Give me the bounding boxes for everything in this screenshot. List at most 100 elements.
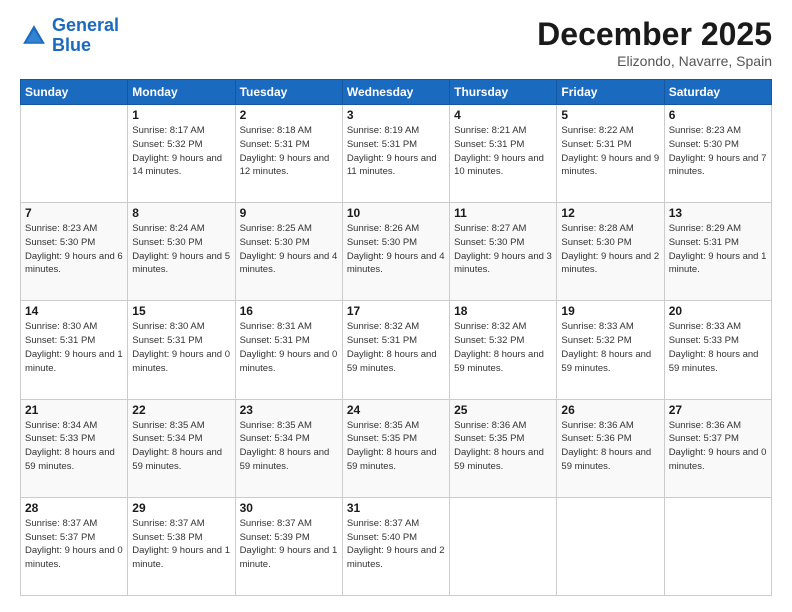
day-info: Sunrise: 8:36 AMSunset: 5:35 PMDaylight:…	[454, 419, 552, 474]
calendar-cell: 29 Sunrise: 8:37 AMSunset: 5:38 PMDayligh…	[128, 497, 235, 595]
calendar-cell: 2 Sunrise: 8:18 AMSunset: 5:31 PMDaylight…	[235, 105, 342, 203]
page: General Blue December 2025 Elizondo, Nav…	[0, 0, 792, 612]
day-number: 12	[561, 206, 659, 220]
calendar-cell: 1 Sunrise: 8:17 AMSunset: 5:32 PMDaylight…	[128, 105, 235, 203]
day-number: 13	[669, 206, 767, 220]
calendar-cell: 25 Sunrise: 8:36 AMSunset: 5:35 PMDayligh…	[450, 399, 557, 497]
day-number: 18	[454, 304, 552, 318]
col-header-saturday: Saturday	[664, 80, 771, 105]
day-info: Sunrise: 8:34 AMSunset: 5:33 PMDaylight:…	[25, 419, 123, 474]
day-number: 27	[669, 403, 767, 417]
calendar-cell: 14Sunrise: 8:30 AMSunset: 5:31 PMDayligh…	[21, 301, 128, 399]
day-number: 20	[669, 304, 767, 318]
logo: General Blue	[20, 16, 119, 56]
month-title: December 2025	[537, 16, 772, 53]
calendar-cell: 10 Sunrise: 8:26 AMSunset: 5:30 PMDayligh…	[342, 203, 449, 301]
day-info: Sunrise: 8:33 AMSunset: 5:32 PMDaylight:…	[561, 320, 659, 375]
day-number: 10	[347, 206, 445, 220]
day-number: 30	[240, 501, 338, 515]
day-info: Sunrise: 8:36 AMSunset: 5:36 PMDaylight:…	[561, 419, 659, 474]
calendar-cell: 30 Sunrise: 8:37 AMSunset: 5:39 PMDayligh…	[235, 497, 342, 595]
day-number: 11	[454, 206, 552, 220]
calendar-cell	[21, 105, 128, 203]
day-number: 8	[132, 206, 230, 220]
calendar-cell: 19Sunrise: 8:33 AMSunset: 5:32 PMDayligh…	[557, 301, 664, 399]
calendar-cell: 6 Sunrise: 8:23 AMSunset: 5:30 PMDaylight…	[664, 105, 771, 203]
day-number: 29	[132, 501, 230, 515]
col-header-tuesday: Tuesday	[235, 80, 342, 105]
logo-text: General Blue	[52, 16, 119, 56]
calendar-table: SundayMondayTuesdayWednesdayThursdayFrid…	[20, 79, 772, 596]
day-info: Sunrise: 8:21 AMSunset: 5:31 PMDaylight:…	[454, 124, 552, 179]
calendar-cell	[664, 497, 771, 595]
calendar-cell: 8 Sunrise: 8:24 AMSunset: 5:30 PMDaylight…	[128, 203, 235, 301]
calendar-cell: 18Sunrise: 8:32 AMSunset: 5:32 PMDayligh…	[450, 301, 557, 399]
day-number: 6	[669, 108, 767, 122]
day-info: Sunrise: 8:31 AMSunset: 5:31 PMDaylight:…	[240, 320, 338, 375]
day-number: 1	[132, 108, 230, 122]
location: Elizondo, Navarre, Spain	[537, 53, 772, 69]
calendar-cell: 17 Sunrise: 8:32 AMSunset: 5:31 PMDayligh…	[342, 301, 449, 399]
day-info: Sunrise: 8:27 AMSunset: 5:30 PMDaylight:…	[454, 222, 552, 277]
logo-icon	[20, 22, 48, 50]
day-number: 28	[25, 501, 123, 515]
col-header-sunday: Sunday	[21, 80, 128, 105]
day-info: Sunrise: 8:17 AMSunset: 5:32 PMDaylight:…	[132, 124, 230, 179]
logo-general: General	[52, 15, 119, 35]
calendar-cell: 27 Sunrise: 8:36 AMSunset: 5:37 PMDayligh…	[664, 399, 771, 497]
calendar-cell: 12 Sunrise: 8:28 AMSunset: 5:30 PMDayligh…	[557, 203, 664, 301]
calendar-cell: 31 Sunrise: 8:37 AMSunset: 5:40 PMDayligh…	[342, 497, 449, 595]
col-header-monday: Monday	[128, 80, 235, 105]
day-info: Sunrise: 8:37 AMSunset: 5:40 PMDaylight:…	[347, 517, 445, 572]
day-number: 9	[240, 206, 338, 220]
day-info: Sunrise: 8:23 AMSunset: 5:30 PMDaylight:…	[669, 124, 767, 179]
day-info: Sunrise: 8:24 AMSunset: 5:30 PMDaylight:…	[132, 222, 230, 277]
day-number: 14	[25, 304, 123, 318]
col-header-thursday: Thursday	[450, 80, 557, 105]
day-info: Sunrise: 8:37 AMSunset: 5:37 PMDaylight:…	[25, 517, 123, 572]
day-number: 23	[240, 403, 338, 417]
calendar-cell: 3Sunrise: 8:19 AMSunset: 5:31 PMDaylight…	[342, 105, 449, 203]
day-number: 5	[561, 108, 659, 122]
day-info: Sunrise: 8:32 AMSunset: 5:31 PMDaylight:…	[347, 320, 445, 375]
day-number: 15	[132, 304, 230, 318]
day-info: Sunrise: 8:18 AMSunset: 5:31 PMDaylight:…	[240, 124, 338, 179]
day-info: Sunrise: 8:33 AMSunset: 5:33 PMDaylight:…	[669, 320, 767, 375]
day-info: Sunrise: 8:36 AMSunset: 5:37 PMDaylight:…	[669, 419, 767, 474]
calendar-cell: 23Sunrise: 8:35 AMSunset: 5:34 PMDayligh…	[235, 399, 342, 497]
header: General Blue December 2025 Elizondo, Nav…	[20, 16, 772, 69]
calendar-cell	[557, 497, 664, 595]
calendar-cell: 5Sunrise: 8:22 AMSunset: 5:31 PMDaylight…	[557, 105, 664, 203]
day-number: 2	[240, 108, 338, 122]
day-number: 24	[347, 403, 445, 417]
calendar-cell: 13 Sunrise: 8:29 AMSunset: 5:31 PMDayligh…	[664, 203, 771, 301]
logo-blue: Blue	[52, 35, 91, 55]
calendar-cell: 16Sunrise: 8:31 AMSunset: 5:31 PMDayligh…	[235, 301, 342, 399]
day-info: Sunrise: 8:23 AMSunset: 5:30 PMDaylight:…	[25, 222, 123, 277]
day-info: Sunrise: 8:26 AMSunset: 5:30 PMDaylight:…	[347, 222, 445, 277]
day-info: Sunrise: 8:37 AMSunset: 5:39 PMDaylight:…	[240, 517, 338, 572]
day-info: Sunrise: 8:30 AMSunset: 5:31 PMDaylight:…	[132, 320, 230, 375]
day-info: Sunrise: 8:35 AMSunset: 5:35 PMDaylight:…	[347, 419, 445, 474]
day-number: 31	[347, 501, 445, 515]
calendar-cell: 28 Sunrise: 8:37 AMSunset: 5:37 PMDayligh…	[21, 497, 128, 595]
day-number: 3	[347, 108, 445, 122]
calendar-cell: 15 Sunrise: 8:30 AMSunset: 5:31 PMDayligh…	[128, 301, 235, 399]
day-info: Sunrise: 8:25 AMSunset: 5:30 PMDaylight:…	[240, 222, 338, 277]
day-info: Sunrise: 8:28 AMSunset: 5:30 PMDaylight:…	[561, 222, 659, 277]
calendar-cell	[450, 497, 557, 595]
calendar-cell: 26 Sunrise: 8:36 AMSunset: 5:36 PMDayligh…	[557, 399, 664, 497]
day-info: Sunrise: 8:29 AMSunset: 5:31 PMDaylight:…	[669, 222, 767, 277]
title-section: December 2025 Elizondo, Navarre, Spain	[537, 16, 772, 69]
calendar-cell: 7Sunrise: 8:23 AMSunset: 5:30 PMDaylight…	[21, 203, 128, 301]
col-header-wednesday: Wednesday	[342, 80, 449, 105]
day-info: Sunrise: 8:37 AMSunset: 5:38 PMDaylight:…	[132, 517, 230, 572]
calendar-cell: 21 Sunrise: 8:34 AMSunset: 5:33 PMDayligh…	[21, 399, 128, 497]
day-number: 26	[561, 403, 659, 417]
day-number: 17	[347, 304, 445, 318]
day-number: 25	[454, 403, 552, 417]
calendar-cell: 24 Sunrise: 8:35 AMSunset: 5:35 PMDayligh…	[342, 399, 449, 497]
calendar-cell: 20 Sunrise: 8:33 AMSunset: 5:33 PMDayligh…	[664, 301, 771, 399]
day-number: 21	[25, 403, 123, 417]
day-info: Sunrise: 8:35 AMSunset: 5:34 PMDaylight:…	[132, 419, 230, 474]
